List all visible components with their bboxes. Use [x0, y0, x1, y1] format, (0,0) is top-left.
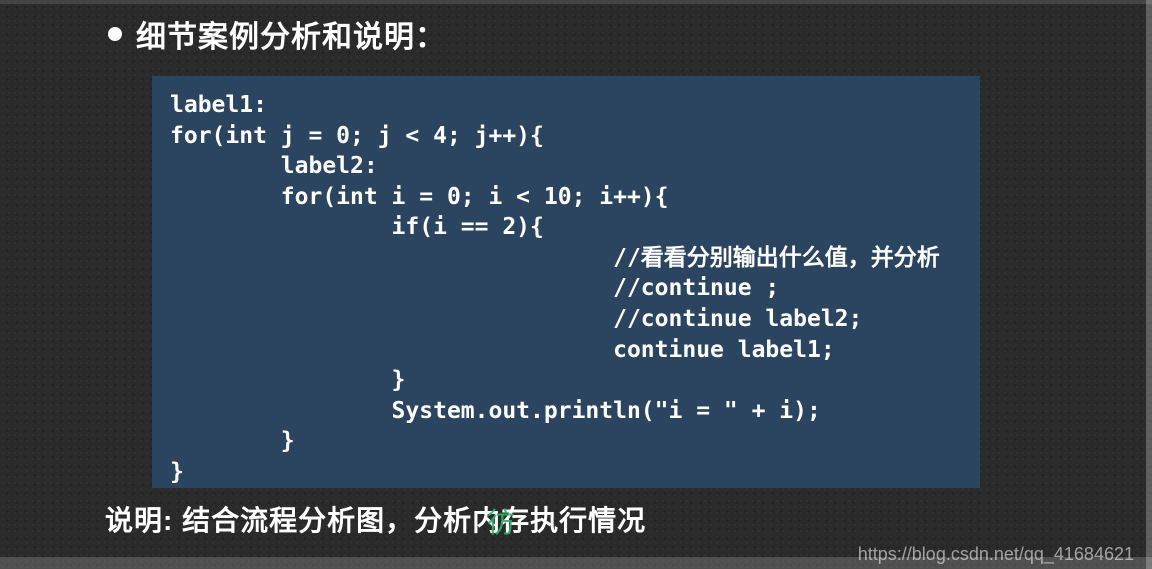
code-line: label1:	[170, 92, 267, 118]
slide: 细节案例分析和说明： label1: for(int j = 0; j < 4;…	[0, 0, 1152, 569]
code-line: System.out.println("i = " + i);	[170, 398, 821, 424]
code-line: //continue label2;	[170, 306, 862, 332]
slide-heading: 细节案例分析和说明：	[108, 12, 446, 56]
footer-note-pre: 说明: 结合流程分析图，分析	[105, 505, 472, 536]
code-line: if(i == 2){	[170, 214, 544, 240]
footer-note-mid-wrap: 内存彷	[472, 505, 530, 536]
code-line: label2:	[170, 153, 378, 179]
frame-edge-right	[1146, 0, 1152, 569]
code-line: }	[170, 428, 295, 454]
bullet-icon	[108, 27, 122, 41]
footer-note-mid: 内存	[472, 505, 530, 536]
code-line: for(int j = 0; j < 4; j++){	[170, 123, 544, 149]
code-block: label1: for(int j = 0; j < 4; j++){ labe…	[152, 76, 980, 488]
code-line: //看看分别输出什么值，并分析	[170, 245, 940, 271]
footer-note-post: 执行情况	[530, 505, 646, 536]
code-line: for(int i = 0; i < 10; i++){	[170, 184, 669, 210]
code-line: }	[170, 367, 405, 393]
code-line: //continue ;	[170, 275, 779, 301]
code-line: continue label1;	[170, 337, 835, 363]
heading-text: 细节案例分析和说明：	[136, 12, 446, 56]
footer-note: 说明: 结合流程分析图，分析内存彷执行情况	[105, 499, 646, 539]
source-url: https://blog.csdn.net/qq_41684621	[858, 544, 1134, 565]
frame-edge-top	[0, 0, 1152, 4]
code-line: }	[170, 459, 184, 485]
